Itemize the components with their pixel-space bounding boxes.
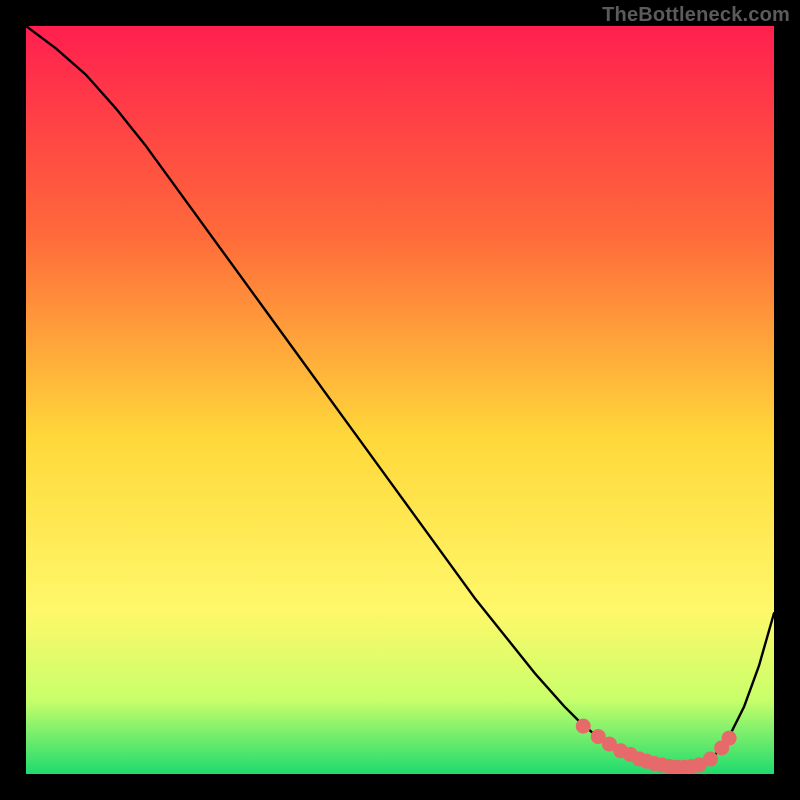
plot-svg [26, 26, 774, 774]
data-dot [703, 752, 718, 767]
chart-frame: TheBottleneck.com [0, 0, 800, 800]
data-dot [722, 731, 737, 746]
attribution-text: TheBottleneck.com [602, 4, 790, 27]
plot-area [26, 26, 774, 774]
data-dot [576, 719, 591, 734]
